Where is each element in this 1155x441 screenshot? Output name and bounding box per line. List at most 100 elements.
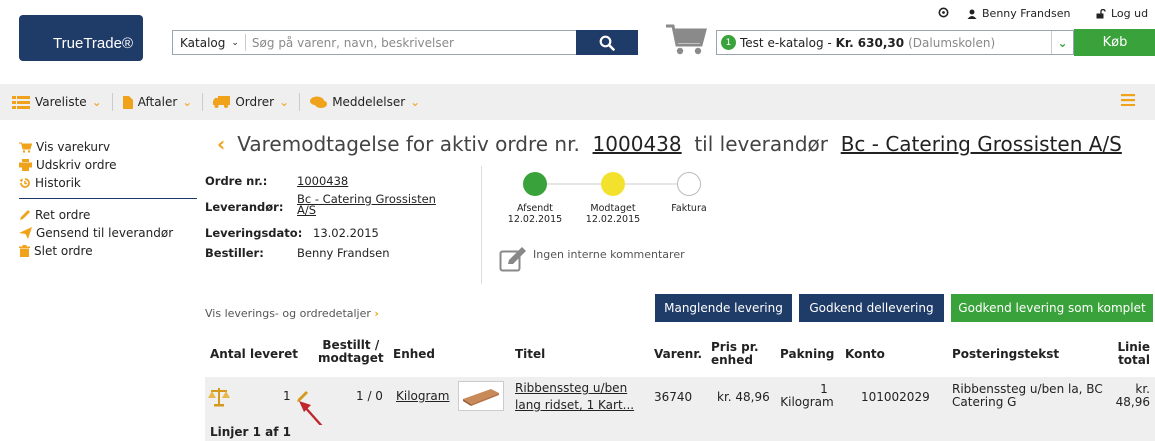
title-mid: til leverandør (694, 132, 828, 156)
delivery-date-value: 13.02.2015 (313, 226, 379, 240)
ordered-received-value: 1 / 0 (356, 389, 383, 403)
order-status-steps: Afsendt 12.02.2015 Modtaget 12.02.2015 Fak… (505, 172, 707, 232)
orderer-value: Benny Frandsen (297, 246, 390, 260)
nav-aftaler[interactable]: Aftaler ⌄ (122, 95, 203, 109)
unit-price: kr. 48,96 (717, 390, 770, 404)
sidebar-item-ret-ordre[interactable]: Ret ordre (19, 206, 197, 224)
qty-delivered-value[interactable]: 1 (283, 389, 291, 403)
title-order-link[interactable]: 1000438 (593, 132, 682, 156)
nav-ordrer[interactable]: Ordrer ⌄ (213, 95, 299, 109)
product-thumbnail[interactable] (458, 381, 504, 411)
pencil-icon (20, 210, 30, 220)
step-received-circle (601, 172, 625, 196)
chevron-down-icon: ⌄ (182, 95, 193, 109)
order-no-link[interactable]: 1000438 (297, 174, 348, 188)
page-title: ‹ Varemodtagelse for aktiv ordre nr. 1000… (217, 132, 1122, 156)
col-header-pack: Pakning (780, 347, 835, 361)
details-divider (481, 166, 482, 284)
search-button[interactable] (576, 30, 638, 55)
catalog-name: Test e-katalog - (740, 35, 836, 50)
sidebar-item-label: Vis varekurv (36, 140, 111, 154)
step-sent-label: Afsendt 12.02.2015 (507, 203, 563, 225)
col-header-posting: Posteringstekst (952, 347, 1060, 361)
search-icon (599, 35, 615, 51)
user-icon (967, 9, 977, 19)
posting-text: Ribbenssteg u/ben la, BC Catering G (952, 382, 1103, 409)
col-header-itemno: Varenr. (654, 347, 703, 361)
internal-comment[interactable]: Ingen interne kommentarer (499, 246, 685, 272)
sidebar: Vis varekurv Udskriv ordre Historik Ret … (19, 138, 197, 260)
nav-divider (299, 93, 301, 111)
sidebar-item-historik[interactable]: Historik (19, 174, 197, 192)
nav-divider (202, 93, 204, 111)
nav-meddelelser[interactable]: Meddelelser ⌄ (310, 95, 430, 109)
history-icon (19, 178, 30, 188)
title-supplier-link[interactable]: Bc - Catering Grossisten A/S (841, 132, 1122, 156)
table-row: 1 1 / 0 Kilogram Ribbenssteg u/ben lang r… (205, 377, 1155, 425)
nav-divider (111, 93, 113, 111)
truetrade-logo[interactable]: TrueTrade® (19, 15, 143, 61)
step-invoice-circle (677, 172, 701, 196)
step-sent-circle (523, 172, 547, 196)
product-title-link[interactable]: Ribbenssteg u/ben lang ridset, 1 Kart... (515, 380, 634, 414)
main-navigation: Vareliste ⌄ Aftaler ⌄ Ordrer ⌄ Meddelels… (0, 84, 1155, 120)
catalog-select[interactable]: 1 Test e-katalog - Kr. 630,30 (Dalumskol… (716, 30, 1074, 55)
chevron-down-icon: ⌄ (279, 95, 290, 109)
back-chevron-icon[interactable]: ‹ (217, 132, 225, 156)
sidebar-item-gensend[interactable]: Gensend til leverandør (19, 224, 197, 242)
buy-button[interactable]: Køb (1074, 29, 1155, 56)
details-link-text: Vis leverings- og ordredetaljer (205, 307, 371, 320)
send-icon (19, 227, 32, 239)
logo-text: TrueTrade® (53, 35, 133, 52)
printer-icon (19, 159, 32, 171)
supplier-link-line2: A/S (297, 203, 317, 217)
cart-icon (19, 142, 32, 153)
item-number: 36740 (654, 390, 693, 404)
col-header-account: Konto (845, 347, 885, 361)
settings-icon[interactable] (938, 7, 949, 18)
catalog-count-badge: 1 (721, 35, 736, 50)
hamburger-menu-icon[interactable] (1121, 94, 1135, 109)
shopping-cart-icon[interactable] (665, 23, 707, 57)
step-invoice-label: Faktura (671, 203, 707, 214)
user-name: Benny Frandsen (982, 7, 1071, 20)
col-header-unit: Enhed (393, 347, 436, 361)
logout-link[interactable]: Log ud (1096, 7, 1148, 20)
document-icon (122, 95, 133, 109)
truck-icon (213, 96, 231, 108)
chevron-down-icon: ⌄ (91, 95, 102, 109)
sidebar-item-udskriv-ordre[interactable]: Udskriv ordre (19, 156, 197, 174)
sidebar-item-slet-ordre[interactable]: Slet ordre (19, 242, 197, 260)
nav-label: Aftaler (137, 95, 178, 109)
nav-vareliste[interactable]: Vareliste ⌄ (12, 95, 112, 109)
approve-partial-button[interactable]: Godkend dellevering (799, 294, 944, 322)
search-input[interactable] (245, 31, 576, 54)
unlock-icon (1096, 8, 1106, 18)
catalog-org: (Dalumskolen) (908, 35, 996, 50)
sidebar-item-vis-varekurv[interactable]: Vis varekurv (19, 138, 197, 156)
chevron-down-icon[interactable]: ⌄ (1051, 31, 1073, 54)
order-details: Ordre nr.: 1000438 Leverandør: Bc - Cate… (205, 174, 436, 266)
supplier-link-line1: Bc - Catering Grossisten (297, 192, 436, 206)
unit-link[interactable]: Kilogram (396, 389, 449, 403)
sidebar-divider (19, 198, 197, 199)
scale-icon[interactable] (208, 387, 230, 407)
order-details-link[interactable]: Vis leverings- og ordredetaljer › (205, 307, 379, 320)
order-no-label: Ordre nr.: (205, 174, 268, 188)
approve-complete-button[interactable]: Godkend levering som komplet (951, 294, 1153, 322)
catalog-amount: Kr. 630,30 (835, 35, 905, 50)
logout-label: Log ud (1111, 7, 1149, 20)
list-icon (12, 95, 30, 109)
search-category-select[interactable]: Katalog ⌄ (173, 34, 246, 51)
supplier-label: Leverandør: (205, 200, 284, 214)
orderer-label: Bestiller: (205, 246, 264, 260)
table-footer: Linjer 1 af 1 (205, 425, 1155, 441)
missing-delivery-button[interactable]: Manglende levering (655, 294, 792, 322)
user-menu[interactable]: Benny Frandsen (967, 7, 1070, 20)
col-header-total: Linie total (1117, 340, 1150, 367)
chat-icon (310, 96, 328, 108)
title-prefix: Varemodtagelse for aktiv ordre nr. (237, 132, 580, 156)
sidebar-item-label: Gensend til leverandør (36, 226, 174, 240)
supplier-link[interactable]: Bc - Catering Grossisten A/S (297, 192, 436, 217)
search-bar: Katalog ⌄ (172, 30, 638, 55)
